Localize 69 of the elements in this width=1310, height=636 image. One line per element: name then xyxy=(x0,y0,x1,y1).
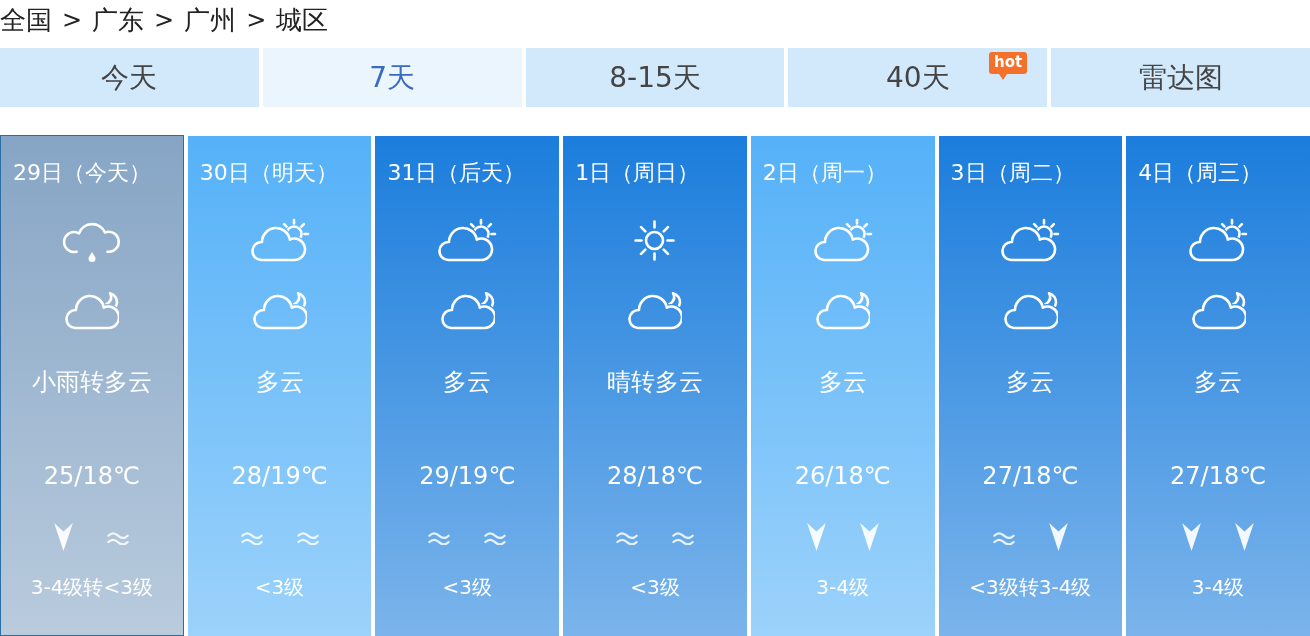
wave-icon xyxy=(240,529,263,545)
weather-text: 晴转多云 xyxy=(607,367,703,398)
wind-level: <3级 xyxy=(254,574,305,601)
wave-icon xyxy=(672,529,694,545)
wind-level: 3-4级转<3级 xyxy=(30,574,153,601)
wind-level: <3级转3-4级 xyxy=(969,574,1092,601)
breadcrumb-link[interactable]: 广州 xyxy=(184,7,237,33)
wave-icon xyxy=(296,529,319,545)
arrowhead-icon xyxy=(54,523,74,551)
tab[interactable]: 雷达图 xyxy=(1051,48,1310,107)
tab[interactable]: 8-15天 xyxy=(525,48,785,107)
cloud-sun-icon xyxy=(1188,218,1249,262)
weather-text: 多云 xyxy=(443,367,492,398)
cloud-moon-icon xyxy=(1190,290,1246,330)
cloud-moon-icon xyxy=(815,290,871,330)
wind-level: <3级 xyxy=(442,574,492,601)
arrowhead-icon xyxy=(806,523,826,551)
breadcrumb-separator: > xyxy=(246,8,267,32)
tab[interactable]: 40天 hot xyxy=(788,48,1048,107)
cloud-moon-icon xyxy=(252,290,308,330)
weather-text: 多云 xyxy=(1006,367,1055,398)
day-date: 1日（周日） xyxy=(575,159,700,187)
cloud-sun-icon xyxy=(437,218,498,262)
arrowhead-icon xyxy=(1235,523,1255,551)
weather-text: 多云 xyxy=(818,367,867,398)
cloud-sun-icon xyxy=(249,218,310,262)
weather-text: 小雨转多云 xyxy=(31,367,152,398)
hot-badge: hot xyxy=(989,52,1028,74)
badge-pointer-icon xyxy=(999,74,1008,80)
wave-icon xyxy=(107,529,130,545)
arrowhead-icon xyxy=(859,523,879,551)
sun-icon xyxy=(634,219,676,261)
temperature: 28/18℃ xyxy=(606,461,704,492)
arrowhead-icon xyxy=(1048,523,1068,551)
temperature: 26/18℃ xyxy=(794,461,891,492)
cloud-sun-icon xyxy=(1000,218,1061,262)
temperature: 27/18℃ xyxy=(1170,461,1267,492)
tab[interactable]: 今天 xyxy=(0,48,259,107)
cloud-moon-icon xyxy=(64,290,120,330)
breadcrumb-separator: > xyxy=(62,8,83,32)
breadcrumb-link[interactable]: 城区 xyxy=(276,7,329,33)
wind-level: 3-4级 xyxy=(1191,574,1245,601)
temperature: 25/18℃ xyxy=(43,461,140,492)
weather-text: 多云 xyxy=(255,367,304,398)
temperature: 27/18℃ xyxy=(982,461,1079,492)
cloud-moon-icon xyxy=(1002,290,1058,330)
wave-icon xyxy=(992,529,1015,545)
day-date: 29日（今天） xyxy=(13,159,151,187)
cloud-moon-icon xyxy=(627,290,683,330)
wave-icon xyxy=(484,529,507,545)
tab[interactable]: 7天 xyxy=(262,48,522,107)
wind-level: 3-4级 xyxy=(816,574,870,601)
cloud-sun-icon xyxy=(812,218,873,262)
temperature: 29/19℃ xyxy=(419,461,516,492)
temperature: 28/19℃ xyxy=(231,461,328,492)
wave-icon xyxy=(616,529,638,545)
wave-icon xyxy=(428,529,451,545)
day-date: 2日（周一） xyxy=(762,159,887,187)
day-date: 30日（明天） xyxy=(199,159,338,187)
day-date: 31日（后天） xyxy=(387,159,526,187)
breadcrumb-link[interactable]: 全国 xyxy=(0,7,52,33)
day-date: 4日（周三） xyxy=(1138,159,1263,187)
arrowhead-icon xyxy=(1182,523,1202,551)
breadcrumb-link[interactable]: 广东 xyxy=(92,7,145,33)
day-date: 3日（周二） xyxy=(950,159,1075,187)
weather-text: 多云 xyxy=(1194,367,1243,398)
cloud-moon-icon xyxy=(439,290,495,330)
wind-level: <3级 xyxy=(630,574,680,601)
breadcrumb-separator: > xyxy=(154,8,175,32)
